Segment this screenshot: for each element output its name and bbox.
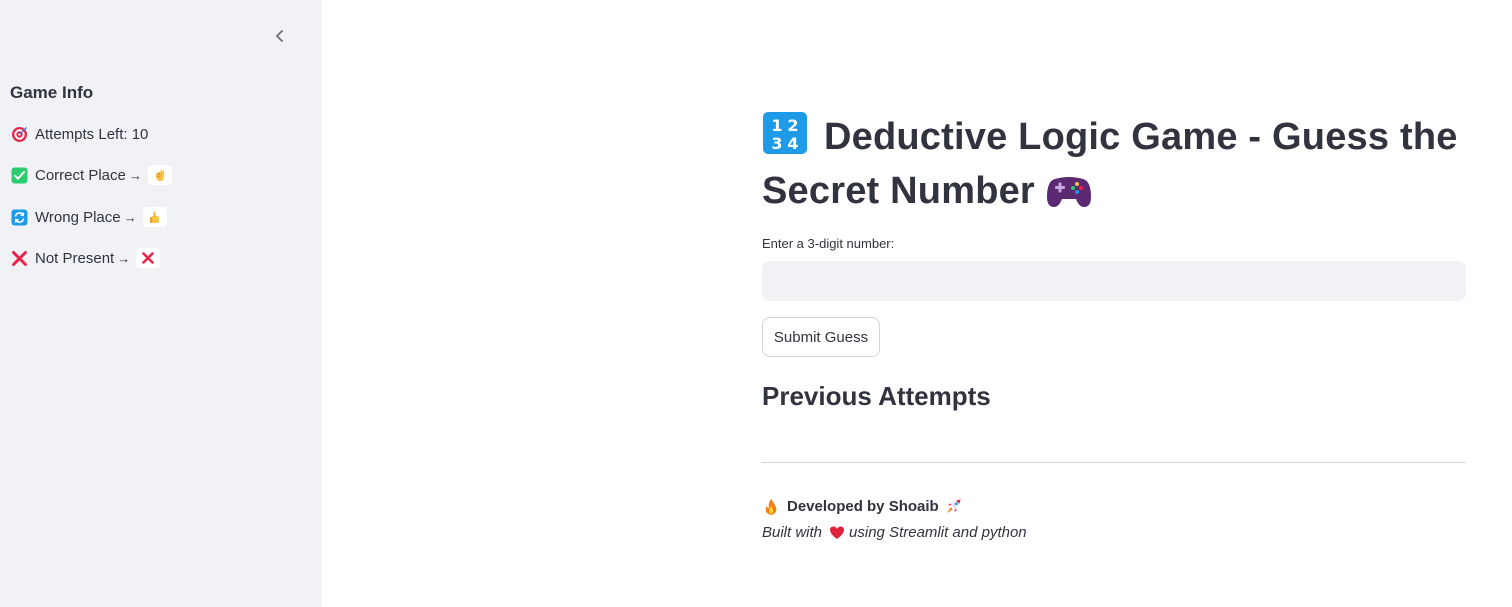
collapse-sidebar-button[interactable]	[268, 24, 292, 48]
game-controller-icon	[1045, 171, 1093, 211]
number-input[interactable]	[762, 261, 1466, 301]
built-with-credit: Built with using Streamlit and python	[762, 523, 1027, 541]
arrow-text: →	[123, 209, 137, 225]
cross-mark-icon	[10, 249, 28, 267]
svg-text:3: 3	[771, 134, 782, 153]
previous-attempts-heading: Previous Attempts	[762, 381, 991, 411]
developer-credit-text: Developed by Shoaib	[787, 497, 939, 515]
target-icon	[10, 125, 28, 143]
built-with-prefix: Built with	[762, 523, 823, 541]
page-title: 1 2 3 4 Deductive Logic Game - Guess the…	[762, 110, 1466, 218]
arrow-text: →	[128, 167, 142, 183]
rocket-icon	[945, 497, 963, 515]
input-numbers-icon: 1 2 3 4	[762, 111, 808, 155]
info-item-label: Correct Place	[35, 166, 126, 184]
svg-text:1: 1	[771, 116, 782, 135]
built-with-suffix: using Streamlit and python	[849, 523, 1027, 541]
divider	[762, 462, 1466, 463]
heart-icon	[828, 523, 846, 541]
svg-text:2: 2	[787, 116, 798, 135]
check-mark-button-icon	[10, 166, 28, 184]
cross-mark-icon	[136, 248, 161, 268]
chevron-left-icon	[276, 30, 283, 42]
number-input-label: Enter a 3-digit number:	[762, 236, 895, 251]
page-title-text: Deductive Logic Game - Guess the Secret …	[762, 116, 1458, 212]
info-item-label: Wrong Place	[35, 208, 121, 226]
developer-credit: Developed by Shoaib	[762, 497, 963, 515]
svg-text:4: 4	[787, 134, 798, 153]
fire-icon	[762, 497, 780, 515]
info-item-label: Attempts Left: 10	[35, 125, 149, 143]
submit-guess-button[interactable]: Submit Guess	[762, 317, 880, 357]
arrows-cycle-icon	[10, 208, 28, 226]
ok-hand-icon	[147, 165, 172, 185]
info-item-correct-place: Correct Place →	[10, 164, 172, 186]
info-item-wrong-place: Wrong Place →	[10, 206, 167, 228]
thumbs-up-icon	[142, 207, 167, 227]
info-item-label: Not Present	[35, 249, 115, 267]
sidebar: Game Info Attempts Left: 10 Correct Plac…	[0, 0, 322, 607]
sidebar-heading: Game Info	[10, 83, 94, 102]
info-item-attempts: Attempts Left: 10	[10, 123, 148, 145]
arrow-text: →	[117, 250, 131, 266]
info-item-not-present: Not Present →	[10, 247, 161, 269]
